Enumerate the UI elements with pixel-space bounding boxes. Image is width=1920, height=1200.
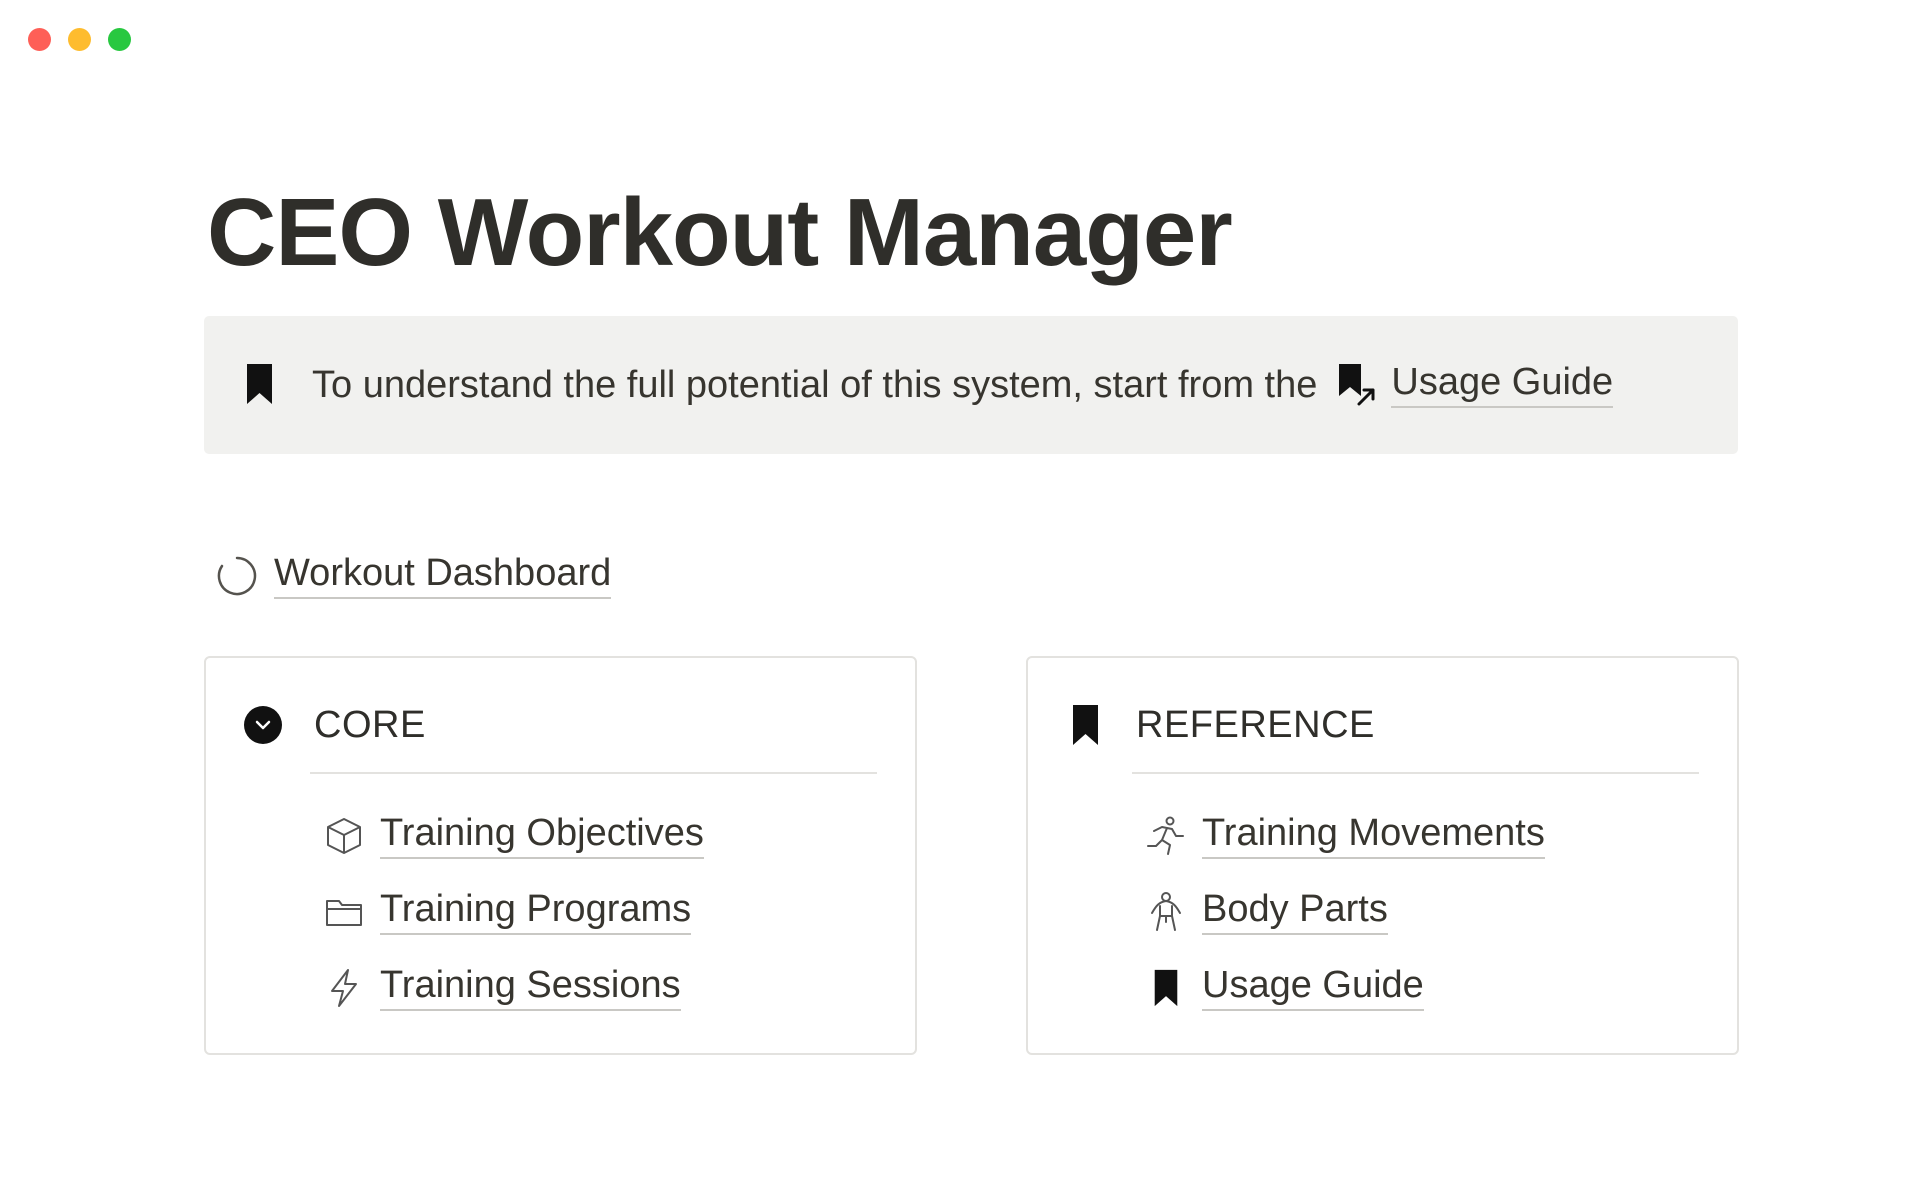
training-sessions-link[interactable]: Training Sessions — [322, 950, 704, 1026]
body-parts-label: Body Parts — [1202, 888, 1388, 935]
close-window-button[interactable] — [28, 28, 51, 51]
workout-dashboard-label: Workout Dashboard — [274, 552, 612, 599]
training-objectives-link[interactable]: Training Objectives — [322, 798, 704, 874]
workout-dashboard-link[interactable]: Workout Dashboard — [216, 552, 612, 599]
cube-icon — [322, 814, 366, 858]
running-person-icon — [1144, 814, 1188, 858]
folder-icon — [322, 890, 366, 934]
reference-card: REFERENCE Training Movements Body Parts — [1026, 656, 1739, 1055]
bookmark-icon — [247, 364, 272, 404]
training-sessions-label: Training Sessions — [380, 964, 681, 1011]
loading-circle-icon — [217, 556, 257, 596]
callout: To understand the full potential of this… — [204, 316, 1738, 454]
usage-guide-inline-label: Usage Guide — [1391, 361, 1614, 408]
bookmark-link-icon — [1339, 364, 1375, 406]
training-programs-link[interactable]: Training Programs — [322, 874, 704, 950]
core-card-divider — [310, 772, 877, 774]
chevron-down-circle-icon — [242, 704, 284, 746]
reference-card-divider — [1132, 772, 1699, 774]
reference-card-header: REFERENCE — [1064, 704, 1374, 746]
training-movements-label: Training Movements — [1202, 812, 1545, 859]
body-parts-link[interactable]: Body Parts — [1144, 874, 1545, 950]
callout-text-row: To understand the full potential of this… — [312, 316, 1614, 454]
window-controls — [28, 28, 131, 51]
body-icon — [1144, 890, 1188, 934]
training-programs-label: Training Programs — [380, 888, 692, 935]
zoom-window-button[interactable] — [108, 28, 131, 51]
lightning-icon — [322, 966, 366, 1010]
training-movements-link[interactable]: Training Movements — [1144, 798, 1545, 874]
training-objectives-label: Training Objectives — [380, 812, 704, 859]
reference-card-title: REFERENCE — [1136, 704, 1375, 746]
core-card: CORE Training Objectives Training Progra… — [204, 656, 917, 1055]
usage-guide-label: Usage Guide — [1202, 964, 1424, 1011]
page-title: CEO Workout Manager — [207, 179, 1233, 286]
callout-text: To understand the full potential of this… — [312, 363, 1318, 406]
usage-guide-link[interactable]: Usage Guide — [1144, 950, 1545, 1026]
bookmark-icon — [1144, 966, 1188, 1010]
core-card-title: CORE — [314, 704, 426, 746]
minimize-window-button[interactable] — [68, 28, 91, 51]
usage-guide-inline-link[interactable]: Usage Guide — [1335, 361, 1614, 408]
core-card-list: Training Objectives Training Programs Tr… — [322, 798, 704, 1026]
reference-card-list: Training Movements Body Parts Usage Guid… — [1144, 798, 1545, 1026]
core-card-header: CORE — [242, 704, 425, 746]
bookmark-icon — [1064, 704, 1106, 746]
